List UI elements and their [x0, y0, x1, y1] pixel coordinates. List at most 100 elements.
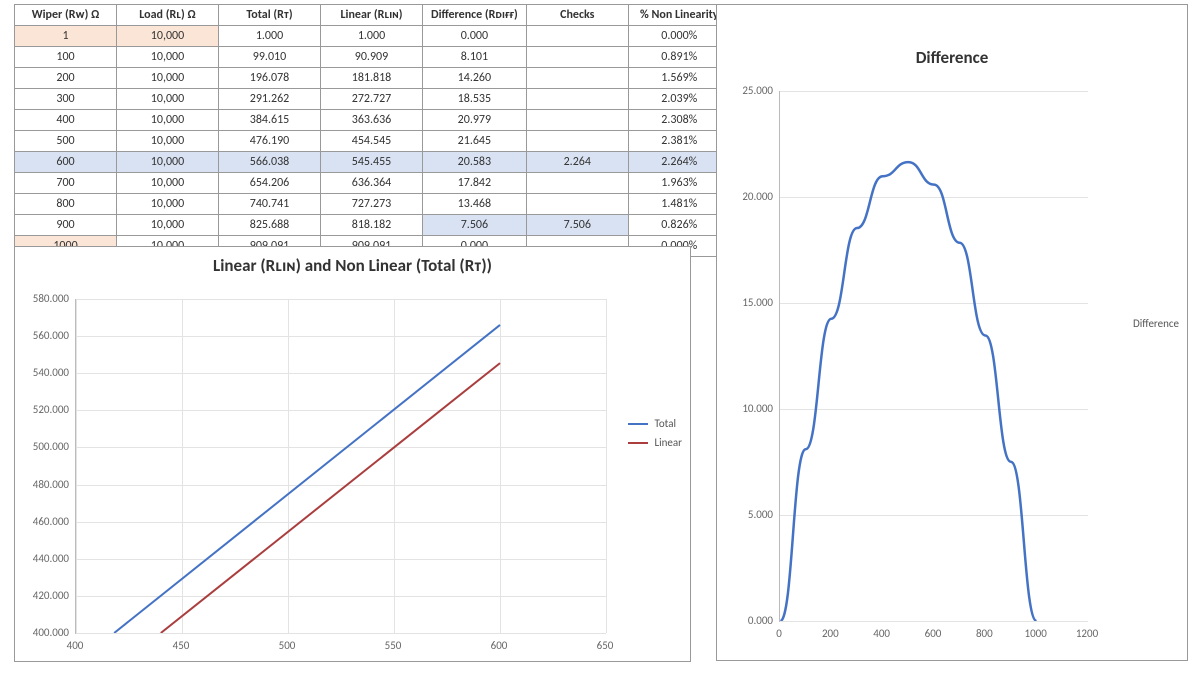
x-axis-tick: 1200 [1067, 627, 1107, 640]
table-cell: 10,000 [117, 89, 219, 110]
y-axis-tick: 460.000 [25, 515, 69, 528]
table-cell: 1.569% [628, 68, 730, 89]
table-cell: 454.545 [321, 131, 423, 152]
table-cell [526, 131, 628, 152]
table-cell: 1.963% [628, 173, 730, 194]
table-cell: 10,000 [117, 173, 219, 194]
table-cell: 636.364 [321, 173, 423, 194]
y-axis-tick: 10.000 [729, 402, 773, 415]
x-axis-tick: 500 [267, 639, 307, 652]
chart-title: Difference [717, 47, 1187, 68]
table-row: 80010,000740.741727.27313.4681.481% [15, 194, 731, 215]
y-axis-tick: 0.000 [729, 614, 773, 627]
table-header: Difference (Rᴅɪғғ) [423, 5, 527, 26]
table-cell [526, 173, 628, 194]
series-difference [780, 162, 1036, 621]
table-cell: 740.741 [219, 194, 321, 215]
table-cell: 21.645 [423, 131, 527, 152]
table-cell: 14.260 [423, 68, 527, 89]
table-cell: 90.909 [321, 47, 423, 68]
chart-plot-area [75, 299, 606, 634]
table-header: % Non Linearity [628, 5, 730, 26]
table-cell: 8.101 [423, 47, 527, 68]
table-cell: 0.891% [628, 47, 730, 68]
table-cell: 99.010 [219, 47, 321, 68]
table-row: 30010,000291.262272.72718.5352.039% [15, 89, 731, 110]
table-cell [526, 89, 628, 110]
table-row: 20010,000196.078181.81814.2601.569% [15, 68, 731, 89]
legend-label-linear: Linear [654, 436, 682, 449]
y-axis-tick: 440.000 [25, 552, 69, 565]
table-cell: 1.000 [321, 26, 423, 47]
table-cell: 2.039% [628, 89, 730, 110]
table-cell: 500 [15, 131, 117, 152]
table-cell: 10,000 [117, 68, 219, 89]
table-cell: 10,000 [117, 26, 219, 47]
table-row: 40010,000384.615363.63620.9792.308% [15, 110, 731, 131]
table-header: Total (Rᴛ) [219, 5, 321, 26]
table-row: 90010,000825.688818.1827.5067.5060.826% [15, 215, 731, 236]
table-cell [526, 110, 628, 131]
x-axis-tick: 400 [862, 627, 902, 640]
x-axis-tick: 800 [964, 627, 1004, 640]
table-cell: 400 [15, 110, 117, 131]
table-cell: 196.078 [219, 68, 321, 89]
y-axis-tick: 540.000 [25, 366, 69, 379]
y-axis-tick: 15.000 [729, 296, 773, 309]
table-cell: 654.206 [219, 173, 321, 194]
x-axis-tick: 550 [373, 639, 413, 652]
table-cell: 1.481% [628, 194, 730, 215]
table-row: 70010,000654.206636.36417.8421.963% [15, 173, 731, 194]
table-cell: 363.636 [321, 110, 423, 131]
table-cell: 10,000 [117, 194, 219, 215]
table-cell: 1.000 [219, 26, 321, 47]
table-cell: 800 [15, 194, 117, 215]
x-axis-tick: 450 [161, 639, 201, 652]
x-axis-tick: 600 [913, 627, 953, 640]
table-cell: 545.455 [321, 152, 423, 173]
table-cell: 18.535 [423, 89, 527, 110]
y-axis-tick: 5.000 [729, 508, 773, 521]
table-cell: 181.818 [321, 68, 423, 89]
table-header: Linear (Rʟɪɴ) [321, 5, 423, 26]
table-cell: 20.583 [423, 152, 527, 173]
x-axis-tick: 600 [479, 639, 519, 652]
table-cell: 10,000 [117, 110, 219, 131]
x-axis-tick: 0 [759, 627, 799, 640]
table-row: 110,0001.0001.0000.0000.000% [15, 26, 731, 47]
chart-plot-area [779, 91, 1088, 622]
table-cell: 700 [15, 173, 117, 194]
chart-title: Linear (Rʟɪɴ) and Non Linear (Total (Rᴛ)… [15, 255, 690, 276]
x-axis-tick: 650 [585, 639, 625, 652]
table-cell: 10,000 [117, 152, 219, 173]
table-cell: 0.000 [423, 26, 527, 47]
table-header: Load (Rʟ) Ω [117, 5, 219, 26]
legend-swatch-total [628, 423, 648, 425]
series-linear [161, 363, 500, 633]
table-cell: 291.262 [219, 89, 321, 110]
table-cell: 272.727 [321, 89, 423, 110]
x-axis-tick: 1000 [1016, 627, 1056, 640]
table-cell: 2.308% [628, 110, 730, 131]
chart-legend: Total Linear [628, 417, 682, 449]
legend-swatch-linear [628, 442, 648, 444]
table-cell: 10,000 [117, 215, 219, 236]
y-axis-tick: 520.000 [25, 403, 69, 416]
chart-legend: Difference [1133, 317, 1179, 330]
data-table: Wiper (Rᴡ) ΩLoad (Rʟ) ΩTotal (Rᴛ)Linear … [14, 4, 731, 257]
table-cell: 7.506 [526, 215, 628, 236]
table-cell: 7.506 [423, 215, 527, 236]
series-total [114, 325, 500, 633]
table-cell: 13.468 [423, 194, 527, 215]
y-axis-tick: 20.000 [729, 190, 773, 203]
y-axis-tick: 560.000 [25, 329, 69, 342]
table-cell: 2.381% [628, 131, 730, 152]
table-cell: 566.038 [219, 152, 321, 173]
table-cell: 10,000 [117, 47, 219, 68]
table-cell: 0.000% [628, 26, 730, 47]
table-cell: 384.615 [219, 110, 321, 131]
chart-difference: Difference 0.0005.00010.00015.00020.0002… [716, 4, 1188, 661]
table-cell: 818.182 [321, 215, 423, 236]
table-cell [526, 47, 628, 68]
table-cell: 100 [15, 47, 117, 68]
